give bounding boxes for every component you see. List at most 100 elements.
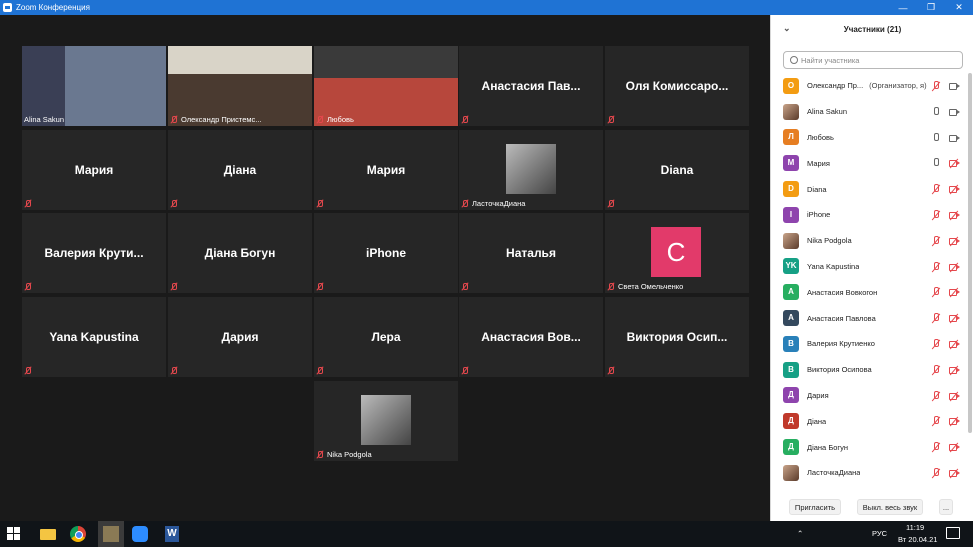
video-tile[interactable]: Alina Sakun (22, 46, 166, 126)
mic-muted-icon (316, 283, 324, 291)
mic-icon[interactable] (931, 106, 941, 117)
mic-muted-icon[interactable] (931, 416, 941, 426)
participant-name: Діана Богун (807, 442, 849, 452)
participant-name: Наталья (506, 246, 556, 260)
search-input[interactable]: Найти участника (783, 51, 963, 69)
keyboard-language[interactable]: РУС (872, 529, 887, 538)
camera-off-icon[interactable] (949, 442, 960, 452)
video-tile[interactable]: Любовь (314, 46, 458, 126)
participant-row[interactable]: А Анастасия Павлова (771, 305, 967, 331)
participant-name: Мария (366, 163, 406, 177)
mic-icon[interactable] (931, 158, 941, 168)
mic-muted-icon[interactable] (931, 442, 941, 452)
camera-off-icon[interactable] (949, 365, 960, 375)
video-tile[interactable]: Анастасия Вов... (459, 297, 603, 377)
camera-off-icon[interactable] (949, 236, 960, 246)
app-icon[interactable] (98, 521, 124, 547)
camera-off-icon[interactable] (949, 158, 960, 168)
mic-muted-icon[interactable] (931, 390, 941, 401)
participant-row[interactable]: Alina Sakun (771, 99, 967, 125)
video-tile[interactable]: Оля Комиссаро... (605, 46, 749, 126)
video-tile[interactable]: Мария (22, 130, 166, 210)
close-button[interactable]: ✕ (945, 2, 973, 13)
restore-button[interactable]: ❐ (917, 2, 945, 13)
video-tile[interactable]: Діана Богун (168, 213, 312, 293)
video-tile[interactable]: Валерия Крути... (22, 213, 166, 293)
participants-header: ⌄ Участники (21) (771, 15, 973, 43)
invite-button[interactable]: Пригласить (789, 499, 841, 515)
video-tile[interactable]: ЛасточкаДиана (459, 130, 603, 210)
camera-icon[interactable] (949, 81, 960, 91)
zoom-taskbar-icon[interactable] (130, 524, 150, 544)
video-tile[interactable]: Виктория Осип... (605, 297, 749, 377)
camera-off-icon[interactable] (949, 262, 960, 272)
video-tile[interactable]: Nika Podgola (314, 381, 458, 461)
participant-row[interactable]: В Валерия Крутиенко (771, 331, 967, 357)
video-tile[interactable]: Мария (314, 130, 458, 210)
participant-row[interactable]: О Олександр Пр... (Организатор, я) (771, 73, 967, 99)
participant-row[interactable]: Л Любовь (771, 125, 967, 151)
camera-off-icon[interactable] (949, 184, 960, 194)
video-tile[interactable]: Дария (168, 297, 312, 377)
mic-muted-icon[interactable] (931, 209, 941, 220)
mic-muted-icon[interactable] (931, 338, 941, 349)
participant-row[interactable]: IiPhone (771, 202, 967, 228)
mic-muted-icon[interactable] (931, 287, 941, 297)
video-tile[interactable]: Анастасия Пав... (459, 46, 603, 126)
minimize-button[interactable]: — (889, 3, 917, 13)
tile-label (316, 283, 327, 291)
video-tile[interactable]: Yana Kapustina (22, 297, 166, 377)
participant-row[interactable]: Д Діана (771, 408, 967, 434)
camera-off-icon[interactable] (949, 339, 960, 349)
mic-muted-icon[interactable] (931, 81, 941, 91)
camera-off-icon[interactable] (949, 468, 960, 478)
camera-off-icon[interactable] (949, 416, 960, 426)
video-tile[interactable]: Diana (605, 130, 749, 210)
participant-row[interactable]: В Виктория Осипова (771, 357, 967, 383)
camera-icon[interactable] (949, 133, 960, 143)
participant-row[interactable]: ЛасточкаДиана (771, 460, 967, 486)
camera-off-icon[interactable] (949, 210, 960, 220)
mic-muted-icon[interactable] (931, 467, 941, 478)
participant-row[interactable]: Д Дария (771, 383, 967, 409)
video-tile[interactable]: Лера (314, 297, 458, 377)
video-tile[interactable]: C Света Омельченко (605, 213, 749, 293)
camera-off-icon[interactable] (949, 313, 960, 323)
camera-off-icon[interactable] (949, 287, 960, 297)
tile-label (461, 283, 472, 291)
video-tile[interactable]: iPhone (314, 213, 458, 293)
mic-muted-icon[interactable] (931, 184, 941, 194)
participant-row[interactable]: Д Діана Богун (771, 434, 967, 460)
clock-time: 11:19 (906, 523, 925, 532)
windows-start-icon[interactable] (7, 527, 21, 541)
participant-row[interactable]: М Мария (771, 150, 967, 176)
video-tile[interactable]: Діана (168, 130, 312, 210)
camera-icon[interactable] (949, 107, 960, 117)
mute-all-button[interactable]: Выкл. весь звук (857, 499, 923, 515)
participant-name: Олександр Пристемс... (181, 115, 262, 124)
participant-row[interactable]: Nika Podgola (771, 228, 967, 254)
video-tile[interactable]: Олександр Пристемс... (168, 46, 312, 126)
mic-icon[interactable] (931, 132, 941, 143)
participant-name: iPhone (807, 210, 831, 220)
chrome-icon[interactable] (68, 524, 88, 544)
participant-row[interactable]: А Анастасия Вовкогон (771, 279, 967, 305)
explorer-icon[interactable] (38, 524, 58, 544)
mic-muted-icon[interactable] (931, 313, 941, 323)
scrollbar[interactable] (968, 73, 972, 433)
notification-icon[interactable] (946, 527, 960, 539)
video-tile[interactable]: Наталья (459, 213, 603, 293)
participant-row[interactable]: YK Yana Kapustina (771, 254, 967, 280)
word-icon[interactable]: W (162, 524, 182, 544)
mic-muted-icon[interactable] (931, 364, 941, 375)
more-button[interactable]: ... (939, 499, 953, 515)
mic-muted-icon[interactable] (931, 261, 941, 272)
camera-off-icon[interactable] (949, 391, 960, 401)
avatar: Л (783, 129, 799, 146)
tray-chevron-icon[interactable]: ⌃ (797, 529, 803, 538)
mic-muted-icon[interactable] (931, 235, 941, 246)
participant-row[interactable]: D Diana (771, 176, 967, 202)
participant-role: (Организатор, я) (869, 81, 927, 91)
tile-label (461, 367, 472, 375)
participant-list: О Олександр Пр... (Организатор, я) Alina Sa… (771, 73, 967, 486)
